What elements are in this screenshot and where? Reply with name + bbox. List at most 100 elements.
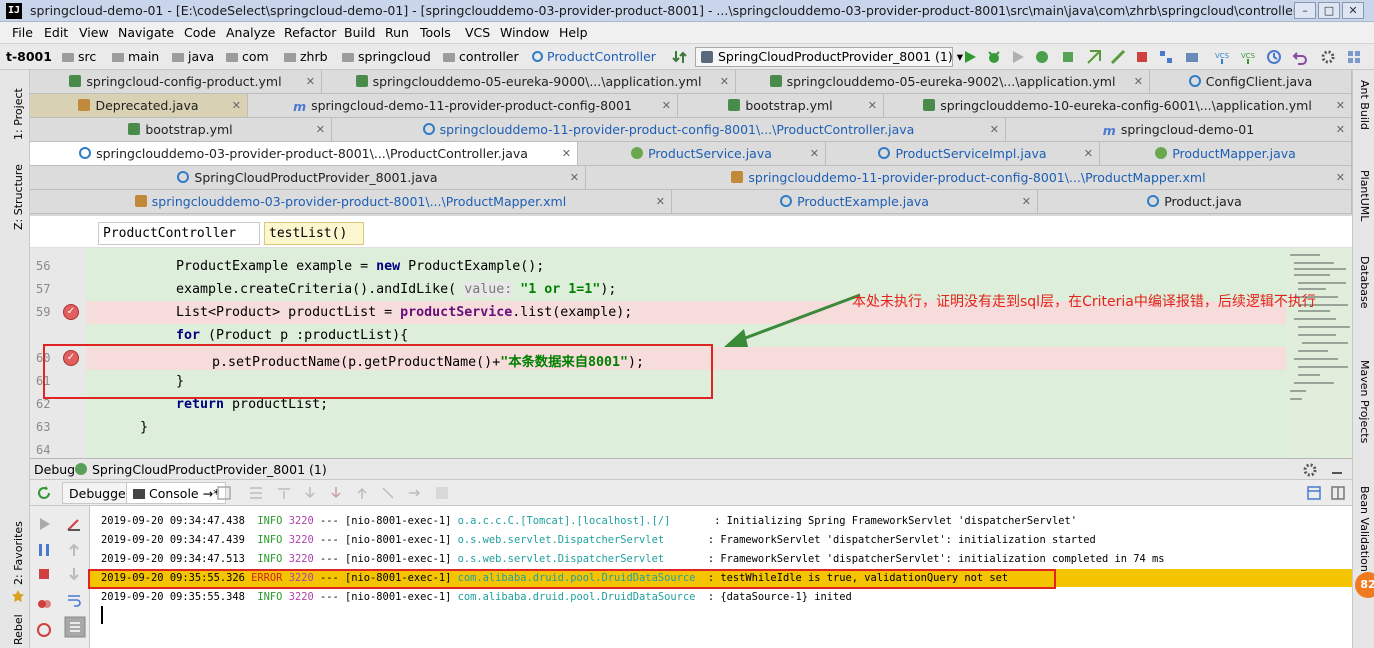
close-tab-icon[interactable]: ✕ [810, 142, 819, 165]
menu-view[interactable]: View [79, 25, 109, 40]
attach-icon[interactable] [1110, 49, 1126, 65]
close-tab-icon[interactable]: ✕ [1134, 70, 1143, 93]
maximize-button[interactable]: □ [1318, 2, 1340, 19]
tab-product-mapper-java[interactable]: ProductMapper.java [1100, 142, 1352, 166]
menu-analyze[interactable]: Analyze [226, 25, 275, 40]
ant-build-tool-tab[interactable]: Ant Build [1358, 80, 1371, 130]
evaluate-expression-icon[interactable] [434, 485, 450, 501]
history-icon[interactable] [1266, 49, 1282, 65]
resume-icon[interactable] [36, 516, 52, 532]
tab-config-8001-product-mapper-xml[interactable]: springclouddemo-11-provider-product-conf… [586, 166, 1352, 190]
drop-frame-icon[interactable] [380, 485, 396, 501]
project-structure-icon[interactable] [1158, 49, 1174, 65]
run-coverage-icon[interactable] [1010, 49, 1026, 65]
nav-crumb-controller[interactable]: controller [443, 49, 519, 64]
close-tab-icon[interactable]: ✕ [720, 70, 729, 93]
plantuml-tool-tab[interactable]: PlantUML [1358, 170, 1371, 221]
tab-product-service-java[interactable]: ProductService.java ✕ [578, 142, 826, 166]
debug-icon[interactable] [986, 49, 1002, 65]
stop-icon[interactable] [1134, 49, 1150, 65]
pause-icon[interactable] [36, 542, 52, 558]
tab-eureka-9000-application-yml[interactable]: springclouddemo-05-eureka-9000\...\appli… [322, 70, 736, 94]
menu-edit[interactable]: Edit [44, 25, 68, 40]
nav-crumb-com[interactable]: com [226, 49, 269, 64]
close-tab-icon[interactable]: ✕ [1336, 118, 1345, 141]
tab-console[interactable]: Console →* [126, 482, 227, 504]
project-tool-tab[interactable]: 1: Project [12, 88, 25, 140]
menu-navigate[interactable]: Navigate [118, 25, 174, 40]
tab-config-8001-product-controller-java[interactable]: springclouddemo-11-provider-product-conf… [332, 118, 1006, 142]
close-tab-icon[interactable]: ✕ [306, 70, 315, 93]
structure-tool-tab[interactable]: Z: Structure [12, 164, 25, 230]
close-tab-icon[interactable]: ✕ [570, 166, 579, 189]
bean-validation-tool-tab[interactable]: Bean Validation [1358, 486, 1371, 572]
step-into-icon[interactable] [302, 485, 318, 501]
nav-crumb-class[interactable]: ProductController [532, 49, 656, 64]
menu-build[interactable]: Build [344, 25, 375, 40]
tab-config-client-java[interactable]: ConfigClient.java [1150, 70, 1352, 94]
menu-run[interactable]: Run [385, 25, 409, 40]
force-step-into-icon[interactable] [328, 485, 344, 501]
menu-help[interactable]: Help [559, 25, 588, 40]
tab-springcloud-demo-01[interactable]: m springcloud-demo-01 ✕ [1006, 118, 1352, 142]
menu-window[interactable]: Window [500, 25, 549, 40]
run-icon[interactable] [962, 49, 978, 65]
nav-project[interactable]: t-8001 [6, 49, 52, 64]
code-minimap[interactable] [1286, 248, 1352, 458]
close-tab-icon[interactable]: ✕ [562, 142, 571, 165]
tab-deprecated-java[interactable]: Deprecated.java ✕ [30, 94, 248, 118]
step-out-icon[interactable] [354, 485, 370, 501]
breakpoint-icon[interactable]: ✓ [63, 304, 79, 320]
menu-refactor[interactable]: Refactor [284, 25, 336, 40]
project-structure-grid-icon[interactable] [1346, 49, 1362, 65]
down-arrow-icon[interactable] [66, 566, 82, 582]
tab-product-java[interactable]: Product.java [1038, 190, 1352, 214]
soft-wrap-icon[interactable] [66, 592, 82, 608]
tab-provider-8001-product-controller-java[interactable]: springclouddemo-03-provider-product-8001… [30, 142, 578, 166]
rebel-tool-tab[interactable]: Rebel [12, 614, 25, 645]
sdk-icon[interactable] [1184, 49, 1200, 65]
restore-layout-icon[interactable] [216, 485, 232, 501]
scroll-to-end-icon[interactable] [64, 616, 86, 638]
layout-icon[interactable] [1306, 485, 1322, 501]
tab-eureka-9002-application-yml[interactable]: springclouddemo-05-eureka-9002\...\appli… [736, 70, 1150, 94]
vcs-update-icon[interactable]: VCS [1214, 49, 1230, 65]
edit-breakpoints-icon[interactable] [66, 516, 82, 532]
hide-panel-icon[interactable] [1330, 463, 1344, 477]
rebel-run-icon[interactable] [1060, 49, 1076, 65]
close-tab-icon[interactable]: ✕ [1022, 190, 1031, 213]
build-arrows-icon[interactable] [672, 49, 688, 65]
nav-crumb-java[interactable]: java [172, 49, 214, 64]
revert-icon[interactable] [1292, 49, 1308, 65]
close-tab-icon[interactable]: ✕ [990, 118, 999, 141]
close-tab-icon[interactable]: ✕ [1084, 142, 1093, 165]
up-arrow-icon[interactable] [66, 542, 82, 558]
tab-provider-product-config-8001[interactable]: m springcloud-demo-11-provider-product-co… [248, 94, 678, 118]
close-tab-icon[interactable]: ✕ [868, 94, 877, 117]
close-tab-icon[interactable]: ✕ [232, 94, 241, 117]
mute-breakpoints-icon[interactable] [36, 622, 52, 638]
stop-icon[interactable] [36, 566, 52, 582]
tab-product-service-impl-java[interactable]: ProductServiceImpl.java ✕ [826, 142, 1100, 166]
notification-badge[interactable]: 82 [1355, 572, 1374, 598]
gear-icon[interactable] [1302, 462, 1318, 478]
tab-springcloud-product-provider-8001-java[interactable]: SpringCloudProductProvider_8001.java ✕ [30, 166, 586, 190]
nav-crumb-src[interactable]: src [62, 49, 96, 64]
menu-vcs[interactable]: VCS [465, 25, 490, 40]
menu-tools[interactable]: Tools [420, 25, 451, 40]
breadcrumb-class[interactable]: ProductController [98, 222, 260, 245]
tab-eureka-config-6001-application-yml[interactable]: springclouddemo-10-eureka-config-6001\..… [884, 94, 1352, 118]
tab-product-example-java[interactable]: ProductExample.java ✕ [672, 190, 1038, 214]
close-tab-icon[interactable]: ✕ [1336, 166, 1345, 189]
minimize-button[interactable]: – [1294, 2, 1316, 19]
close-tab-icon[interactable]: ✕ [1336, 94, 1345, 117]
maven-projects-tool-tab[interactable]: Maven Projects [1358, 360, 1371, 443]
run-to-cursor-icon[interactable] [406, 485, 422, 501]
tab-bootstrap-yml-2[interactable]: bootstrap.yml ✕ [30, 118, 332, 142]
rerun-icon[interactable] [36, 485, 52, 501]
view-breakpoints-icon[interactable] [36, 596, 52, 612]
tab-bootstrap-yml[interactable]: bootstrap.yml ✕ [678, 94, 884, 118]
close-tab-icon[interactable]: ✕ [656, 190, 665, 213]
menu-code[interactable]: Code [184, 25, 216, 40]
nav-crumb-zhrb[interactable]: zhrb [284, 49, 328, 64]
